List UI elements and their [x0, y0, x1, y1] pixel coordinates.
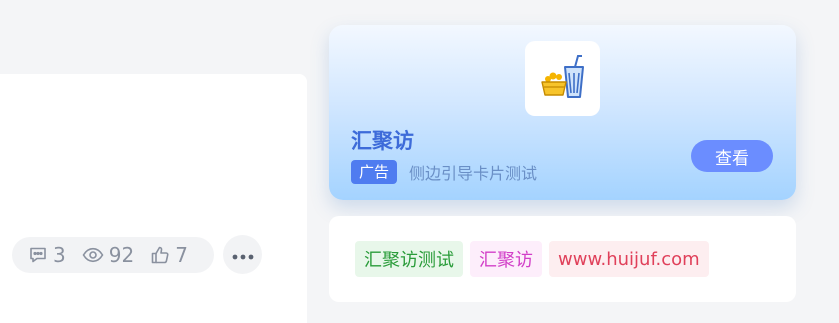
like-count: 7: [175, 243, 188, 267]
article-stats-bar: 3 92 7: [12, 237, 214, 273]
tags-card: 汇聚访测试 汇聚访 www.huijuf.com: [329, 216, 796, 302]
page: 3 92 7 汇聚访 广告 侧边引导卡片测试 查看 汇聚访测试 汇聚访 www.…: [0, 0, 839, 323]
ad-view-button[interactable]: 查看: [691, 140, 773, 172]
more-dots-icon: [232, 245, 254, 264]
ad-badge: 广告: [351, 160, 398, 184]
ad-card[interactable]: 汇聚访 广告 侧边引导卡片测试 查看: [329, 25, 796, 200]
ad-title: 汇聚访: [351, 129, 414, 153]
comment-count: 3: [53, 243, 66, 267]
tag-item[interactable]: 汇聚访测试: [355, 241, 463, 277]
tag-item[interactable]: www.huijuf.com: [549, 241, 709, 277]
thumbs-up-icon: [150, 245, 170, 265]
ad-description: 侧边引导卡片测试: [409, 164, 538, 183]
ad-meta-row: 广告 侧边引导卡片测试: [351, 160, 537, 184]
ad-logo: [525, 41, 600, 116]
article-card: [0, 74, 307, 323]
eye-icon: [82, 245, 104, 265]
view-stat: 92: [82, 243, 134, 267]
comment-icon: [28, 245, 48, 265]
like-stat[interactable]: 7: [150, 243, 188, 267]
more-options-button[interactable]: [223, 235, 262, 274]
comment-stat[interactable]: 3: [28, 243, 66, 267]
tag-item[interactable]: 汇聚访: [470, 241, 542, 277]
drink-and-fries-icon: [539, 53, 587, 105]
view-count: 92: [108, 243, 135, 267]
